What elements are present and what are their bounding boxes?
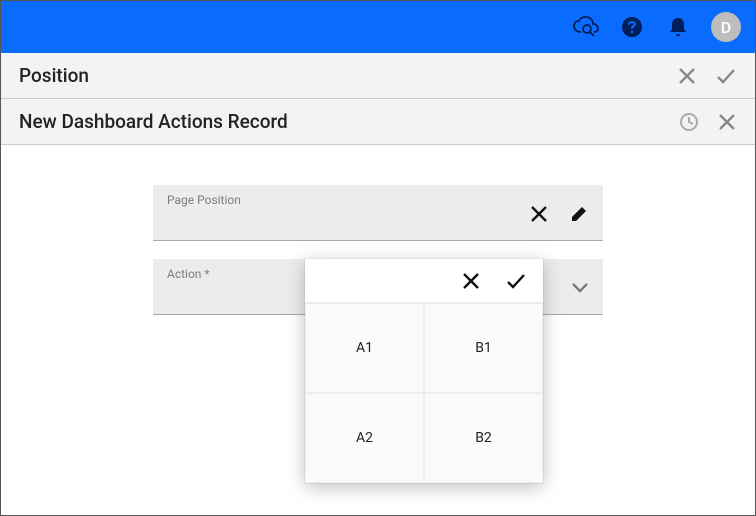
chevron-down-icon[interactable] [571, 282, 589, 294]
header-record-actions [679, 112, 737, 132]
position-picker-toolbar [305, 259, 543, 303]
position-picker-popup: A1 B1 A2 B2 [305, 259, 543, 483]
check-icon[interactable] [505, 271, 527, 291]
position-grid: A1 B1 A2 B2 [305, 303, 543, 483]
clock-icon[interactable] [679, 112, 699, 132]
header-position: Position [1, 53, 755, 99]
position-cell-b1[interactable]: B1 [424, 303, 543, 393]
position-cell-b2[interactable]: B2 [424, 393, 543, 483]
help-icon[interactable] [619, 14, 645, 40]
bell-icon[interactable] [665, 14, 691, 40]
position-cell-a2[interactable]: A2 [305, 393, 424, 483]
edit-icon[interactable] [569, 204, 589, 224]
avatar-initial: D [721, 18, 731, 37]
cloud-search-icon[interactable] [573, 14, 599, 40]
close-icon[interactable] [677, 66, 697, 86]
header-record: New Dashboard Actions Record [1, 99, 755, 145]
action-label: Action * [167, 267, 210, 281]
header-position-actions [677, 66, 737, 86]
header-position-title: Position [19, 64, 89, 87]
page-position-label: Page Position [167, 193, 241, 207]
top-app-bar: D [1, 1, 755, 53]
header-record-title: New Dashboard Actions Record [19, 110, 288, 133]
page-position-field[interactable]: Page Position [153, 185, 603, 241]
avatar[interactable]: D [711, 12, 741, 42]
check-icon[interactable] [715, 66, 737, 86]
close-icon[interactable] [717, 112, 737, 132]
close-icon[interactable] [529, 204, 549, 224]
position-cell-a1[interactable]: A1 [305, 303, 424, 393]
close-icon[interactable] [461, 271, 481, 291]
